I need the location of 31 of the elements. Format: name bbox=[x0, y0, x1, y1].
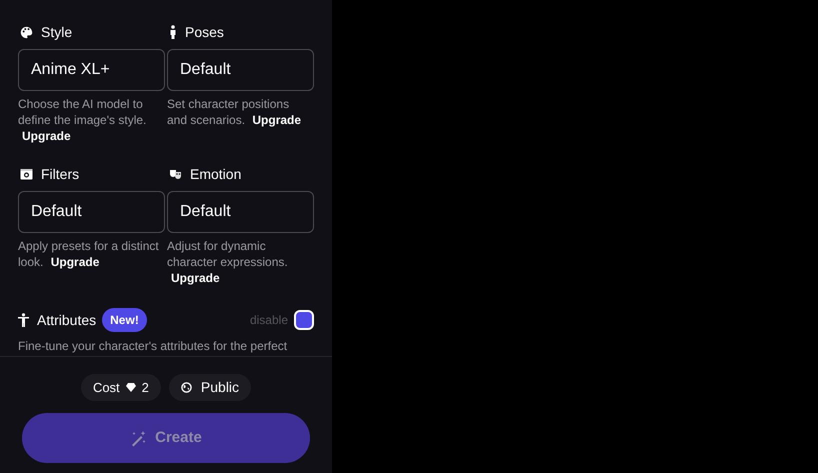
person-icon bbox=[169, 25, 177, 39]
section-label: Style bbox=[41, 22, 72, 42]
gem-icon bbox=[126, 383, 136, 392]
toggle-label: disable bbox=[250, 312, 288, 329]
select-field[interactable]: Default bbox=[18, 191, 165, 233]
upgrade-link[interactable]: Upgrade bbox=[252, 113, 302, 127]
toggle-checkbox[interactable] bbox=[294, 310, 314, 330]
select-field[interactable]: Default bbox=[167, 191, 314, 233]
section-label: Poses bbox=[185, 22, 224, 42]
help-text: Set character positions and scenarios. Upgrade bbox=[167, 96, 302, 128]
palette-icon bbox=[20, 26, 33, 38]
globe-icon bbox=[180, 382, 192, 393]
help-text: Fine-tune your character's attributes for the perfect bbox=[18, 338, 288, 354]
help-text: Apply presets for a distinct look. Upgrade bbox=[18, 238, 160, 270]
upgrade-link[interactable]: Upgrade bbox=[22, 129, 71, 143]
accessibility-icon bbox=[18, 313, 29, 327]
upgrade-link[interactable]: Upgrade bbox=[171, 271, 220, 285]
section-label: Emotion bbox=[190, 164, 242, 184]
help-text: Choose the AI model to define the image's style. Upgrade bbox=[18, 96, 148, 144]
camera-icon bbox=[20, 168, 33, 180]
upgrade-link[interactable]: Upgrade bbox=[50, 255, 100, 269]
magic-wand-icon bbox=[130, 430, 148, 446]
visibility-chip[interactable]: Public bbox=[168, 374, 252, 401]
help-text: Adjust for dynamic character expressions. Upgrade bbox=[167, 238, 289, 286]
select-field[interactable]: Default bbox=[167, 49, 314, 91]
select-field[interactable]: Anime XL+ bbox=[18, 49, 165, 91]
masks-icon bbox=[169, 168, 182, 180]
section-label: Attributes bbox=[37, 310, 96, 330]
new-badge: New! bbox=[102, 308, 147, 332]
cost-chip: Cost 2 bbox=[80, 374, 161, 401]
section-label: Filters bbox=[41, 164, 80, 184]
